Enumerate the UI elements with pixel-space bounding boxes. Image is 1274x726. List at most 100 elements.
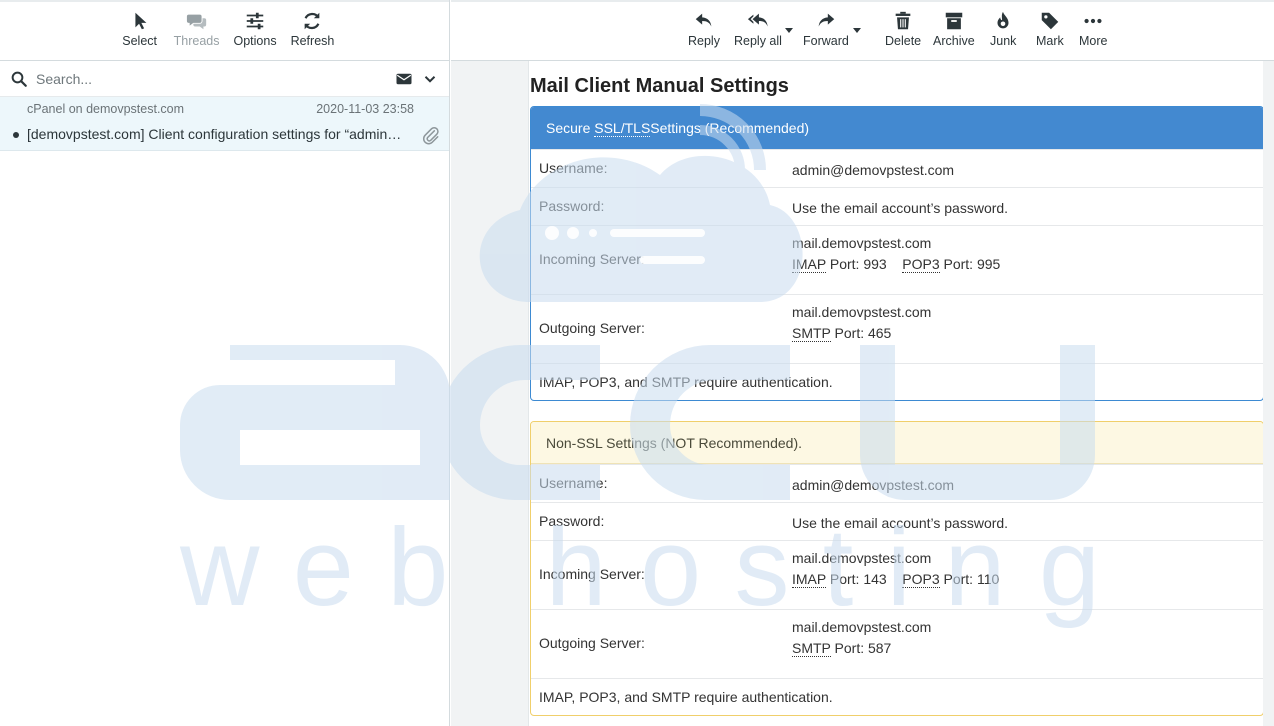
options-button[interactable]: Options <box>233 2 277 60</box>
username-value: admin@demovpstest.com <box>792 162 955 178</box>
incoming-server-label: Incoming Server: <box>539 251 645 267</box>
junk-label: Junk <box>990 34 1017 48</box>
more-button[interactable]: More <box>1079 2 1107 48</box>
refresh-icon <box>305 12 320 30</box>
ssl-heading-prefix: Secure <box>546 120 591 136</box>
smtp-abbr: SMTP <box>792 640 831 657</box>
forward-button[interactable]: Forward <box>803 2 849 48</box>
reply-icon <box>695 13 712 27</box>
incoming-host: mail.demovpstest.com <box>792 550 932 566</box>
smtp-port: Port: 465 <box>830 325 892 341</box>
trash-icon <box>895 11 911 30</box>
unread-dot-icon <box>13 132 19 138</box>
refresh-button[interactable]: Refresh <box>290 2 335 60</box>
threads-label: Threads <box>173 34 220 48</box>
archive-label: Archive <box>933 34 975 48</box>
pointer-icon <box>135 12 147 30</box>
options-label: Options <box>233 34 277 48</box>
password-value: Use the email account’s password. <box>792 515 1009 531</box>
more-label: More <box>1079 34 1108 48</box>
search-icon[interactable] <box>10 70 28 88</box>
delete-label: Delete <box>885 34 922 48</box>
imap-abbr: IMAP <box>792 256 826 273</box>
message-toolbar: Reply Reply all Forward Delete Archive J… <box>451 0 1274 61</box>
tag-icon <box>1041 12 1059 30</box>
chevron-down-icon[interactable] <box>421 70 439 88</box>
reply-button[interactable]: Reply <box>688 2 720 48</box>
mark-label: Mark <box>1036 34 1064 48</box>
message-list-panel: Select Threads Options Refresh cPanel on… <box>0 0 450 726</box>
pop3-port: Port: 110 <box>939 571 1000 587</box>
outgoing-host: mail.demovpstest.com <box>792 619 932 635</box>
imap-abbr: IMAP <box>792 571 826 588</box>
password-value: Use the email account’s password. <box>792 200 1009 216</box>
auth-note: IMAP, POP3, and SMTP require authenticat… <box>539 374 833 390</box>
auth-note-row: IMAP, POP3, and SMTP require authenticat… <box>531 363 1263 400</box>
sliders-icon <box>246 12 264 30</box>
username-row: Username: admin@demovpstest.com <box>531 149 1263 187</box>
reply-all-button[interactable]: Reply all <box>734 2 782 48</box>
paperclip-icon <box>422 126 439 145</box>
envelope-icon[interactable] <box>395 70 413 88</box>
username-row: Username: admin@demovpstest.com <box>531 464 1263 502</box>
reply-all-label: Reply all <box>734 34 782 48</box>
message-subject: [demovpstest.com] Client configuration s… <box>27 126 407 142</box>
imap-port: Port: 143 <box>825 571 887 587</box>
refresh-label: Refresh <box>290 34 335 48</box>
reply-all-dropdown-icon[interactable] <box>785 28 793 33</box>
auth-note-row: IMAP, POP3, and SMTP require authenticat… <box>531 678 1263 715</box>
outgoing-host: mail.demovpstest.com <box>792 304 932 320</box>
password-label: Password: <box>539 198 605 214</box>
incoming-server-row: Incoming Server: mail.demovpstest.com IM… <box>531 540 1263 609</box>
archive-button[interactable]: Archive <box>933 2 975 48</box>
select-button[interactable]: Select <box>120 2 160 60</box>
forward-label: Forward <box>803 34 849 48</box>
message-date: 2020-11-03 23:58 <box>316 102 414 116</box>
outgoing-server-label: Outgoing Server: <box>539 635 645 651</box>
incoming-server-value: mail.demovpstest.com IMAP Port: 143 POP3… <box>792 548 999 590</box>
password-label: Password: <box>539 513 605 529</box>
incoming-host: mail.demovpstest.com <box>792 235 932 251</box>
username-label: Username: <box>539 160 608 176</box>
delete-button[interactable]: Delete <box>885 2 921 48</box>
incoming-server-label: Incoming Server: <box>539 566 645 582</box>
list-toolbar: Select Threads Options Refresh <box>0 0 449 61</box>
outgoing-server-value: mail.demovpstest.com SMTP Port: 587 <box>792 617 931 659</box>
ssl-settings-heading: Secure SSL/TLS Settings (Recommended) <box>531 107 1263 149</box>
ssl-heading-suffix: Settings (Recommended) <box>650 120 810 136</box>
password-row: Password: Use the email account’s passwo… <box>531 187 1263 225</box>
imap-port: Port: 993 <box>825 256 887 272</box>
forward-icon <box>818 13 835 27</box>
list-item[interactable]: cPanel on demovpstest.com 2020-11-03 23:… <box>0 97 449 151</box>
outgoing-server-row: Outgoing Server: mail.demovpstest.com SM… <box>531 294 1263 363</box>
mark-button[interactable]: Mark <box>1036 2 1064 48</box>
search-input[interactable] <box>36 70 387 87</box>
pop3-abbr: POP3 <box>902 256 940 273</box>
message-view-panel: Reply Reply all Forward Delete Archive J… <box>451 0 1274 726</box>
archive-icon <box>945 12 963 30</box>
non-ssl-settings-heading: Non-SSL Settings (NOT Recommended). <box>531 422 1263 464</box>
message-body: Mail Client Manual Settings Secure SSL/T… <box>528 61 1263 726</box>
pop3-abbr: POP3 <box>902 571 940 588</box>
ssl-settings-panel: Secure SSL/TLS Settings (Recommended) Us… <box>530 106 1263 401</box>
outgoing-server-label: Outgoing Server: <box>539 320 645 336</box>
search-bar <box>0 61 449 97</box>
pop3-port: Port: 995 <box>939 256 1001 272</box>
incoming-server-row: Incoming Server: mail.demovpstest.com IM… <box>531 225 1263 294</box>
reply-label: Reply <box>688 34 720 48</box>
forward-dropdown-icon[interactable] <box>853 28 861 33</box>
ellipsis-icon <box>1084 18 1102 24</box>
select-label: Select <box>122 34 157 48</box>
threads-button[interactable]: Threads <box>173 2 220 60</box>
username-value: admin@demovpstest.com <box>792 477 955 493</box>
non-ssl-settings-panel: Non-SSL Settings (NOT Recommended). User… <box>530 421 1263 716</box>
outgoing-server-value: mail.demovpstest.com SMTP Port: 465 <box>792 302 931 344</box>
auth-note: IMAP, POP3, and SMTP require authenticat… <box>539 689 833 705</box>
scrollbar[interactable] <box>1264 61 1274 726</box>
junk-button[interactable]: Junk <box>990 2 1016 48</box>
page-title: Mail Client Manual Settings <box>530 75 789 97</box>
comments-icon <box>186 14 206 30</box>
incoming-server-value: mail.demovpstest.com IMAP Port: 993 POP3… <box>792 233 1000 275</box>
smtp-port: Port: 587 <box>830 640 892 656</box>
fire-icon <box>997 11 1009 29</box>
